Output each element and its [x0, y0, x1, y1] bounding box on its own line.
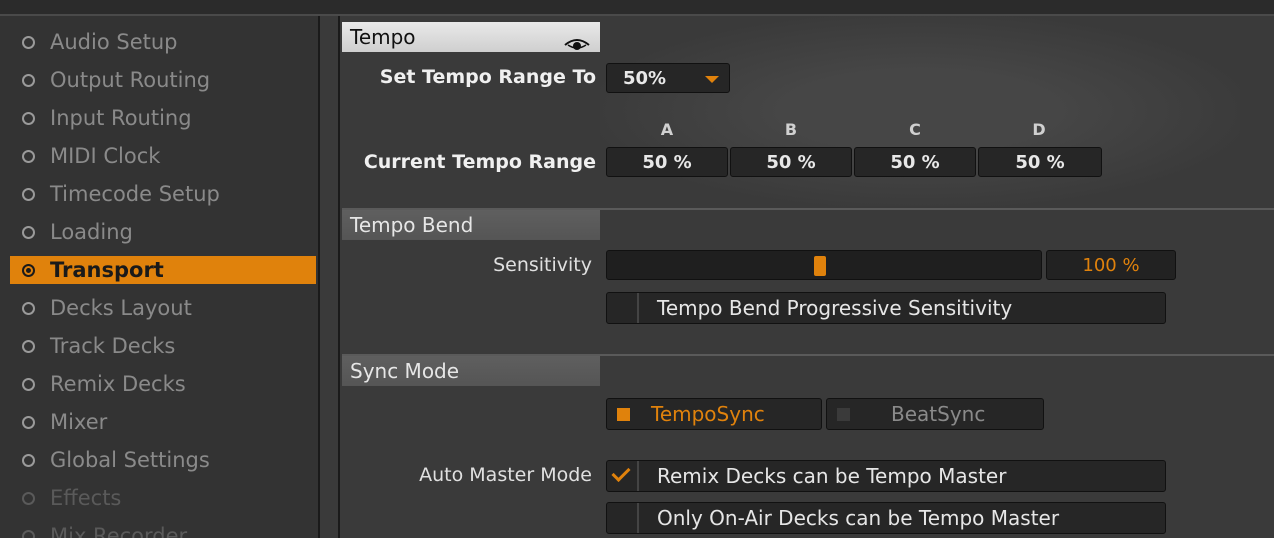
- onair-master-checkbox[interactable]: Only On-Air Decks can be Tempo Master: [606, 502, 1166, 534]
- sensitivity-label: Sensitivity: [493, 254, 592, 276]
- checkbox-label: Only On-Air Decks can be Tempo Master: [657, 506, 1060, 530]
- tempo-range-deck-b: 50 %: [730, 147, 852, 177]
- progressive-sensitivity-checkbox[interactable]: Tempo Bend Progressive Sensitivity: [606, 292, 1166, 324]
- tempo-range-deck-c: 50 %: [854, 147, 976, 177]
- tempo-range-deck-a: 50 %: [606, 147, 728, 177]
- bullet-icon: [22, 530, 35, 538]
- bullet-icon: [22, 416, 35, 429]
- chevron-down-icon: [705, 76, 719, 83]
- checkbox-label: Remix Decks can be Tempo Master: [657, 464, 1007, 488]
- set-tempo-range-label: Set Tempo Range To: [379, 66, 596, 88]
- bullet-icon: [22, 188, 35, 201]
- sidebar-item-timecode-setup[interactable]: Timecode Setup: [10, 180, 316, 208]
- beat-sync-label: BeatSync: [891, 402, 986, 426]
- sidebar-item-label: Loading: [50, 220, 133, 244]
- section-title: Tempo Bend: [350, 213, 474, 237]
- sidebar-item-decks-layout[interactable]: Decks Layout: [10, 294, 316, 322]
- tempo-range-value: 50%: [623, 68, 667, 89]
- checkbox-label: Tempo Bend Progressive Sensitivity: [657, 296, 1013, 320]
- eye-icon[interactable]: [564, 30, 590, 60]
- sidebar-item-transport[interactable]: Transport: [10, 256, 316, 284]
- beat-sync-button[interactable]: BeatSync: [826, 398, 1044, 430]
- unselected-indicator-icon: [837, 408, 850, 421]
- sidebar-item-label: Input Routing: [50, 106, 192, 130]
- tempo-section-header: Tempo: [342, 22, 600, 52]
- remix-master-checkbox[interactable]: Remix Decks can be Tempo Master: [606, 460, 1166, 492]
- sidebar-item-label: Mix Recorder: [50, 524, 188, 538]
- sensitivity-value: 100 %: [1046, 250, 1176, 280]
- current-tempo-range-label: Current Tempo Range: [363, 151, 596, 173]
- sidebar-item-label: Remix Decks: [50, 372, 186, 396]
- sidebar-item-label: Mixer: [50, 410, 108, 434]
- sidebar-item-effects[interactable]: Effects: [10, 484, 316, 512]
- sidebar-item-label: Output Routing: [50, 68, 211, 92]
- sidebar-item-track-decks[interactable]: Track Decks: [10, 332, 316, 360]
- sidebar-item-label: MIDI Clock: [50, 144, 161, 168]
- column-header-b: B: [784, 120, 798, 139]
- preferences-main-panel: Tempo Set Tempo Range To 50% A B C D Cur…: [338, 16, 1274, 538]
- slider-handle[interactable]: [814, 256, 826, 276]
- column-header-d: D: [1032, 120, 1046, 139]
- checkbox[interactable]: [607, 293, 639, 323]
- bullet-icon: [22, 150, 35, 163]
- bullet-icon: [22, 74, 35, 87]
- sidebar-item-label: Decks Layout: [50, 296, 192, 320]
- sidebar-item-output-routing[interactable]: Output Routing: [10, 66, 316, 94]
- sidebar-item-remix-decks[interactable]: Remix Decks: [10, 370, 316, 398]
- sidebar-item-label: Audio Setup: [50, 30, 178, 54]
- bullet-icon: [22, 264, 35, 277]
- tempo-sync-button[interactable]: TempoSync: [606, 398, 822, 430]
- bullet-icon: [22, 378, 35, 391]
- sidebar-item-loading[interactable]: Loading: [10, 218, 316, 246]
- preferences-sidebar: Audio Setup Output Routing Input Routing…: [0, 16, 320, 538]
- bullet-icon: [22, 302, 35, 315]
- section-title: Tempo: [350, 25, 416, 49]
- column-header-a: A: [660, 120, 674, 139]
- sidebar-item-global-settings[interactable]: Global Settings: [10, 446, 316, 474]
- tempo-bend-section-header: Tempo Bend: [342, 210, 600, 240]
- checkmark-icon: [611, 462, 631, 483]
- sidebar-item-label: Global Settings: [50, 448, 210, 472]
- sidebar-item-label: Transport: [50, 258, 164, 282]
- sidebar-item-label: Track Decks: [50, 334, 176, 358]
- sidebar-item-mix-recorder[interactable]: Mix Recorder: [10, 522, 316, 538]
- section-title: Sync Mode: [350, 359, 460, 383]
- tempo-range-deck-d: 50 %: [978, 147, 1102, 177]
- bullet-icon: [22, 36, 35, 49]
- bullet-icon: [22, 492, 35, 505]
- sidebar-item-mixer[interactable]: Mixer: [10, 408, 316, 436]
- checkbox[interactable]: [607, 503, 639, 533]
- bullet-icon: [22, 454, 35, 467]
- sidebar-item-audio-setup[interactable]: Audio Setup: [10, 28, 316, 56]
- tempo-sync-label: TempoSync: [651, 402, 765, 426]
- sync-mode-section-header: Sync Mode: [342, 356, 600, 386]
- top-bar: [0, 0, 1274, 16]
- selected-indicator-icon: [617, 408, 630, 421]
- auto-master-mode-label: Auto Master Mode: [419, 464, 592, 486]
- bullet-icon: [22, 112, 35, 125]
- checkbox[interactable]: [607, 461, 639, 491]
- sensitivity-slider[interactable]: [606, 250, 1042, 280]
- tempo-range-dropdown[interactable]: 50%: [606, 63, 730, 93]
- sidebar-item-input-routing[interactable]: Input Routing: [10, 104, 316, 132]
- bullet-icon: [22, 340, 35, 353]
- sidebar-item-label: Timecode Setup: [50, 182, 220, 206]
- bullet-icon: [22, 226, 35, 239]
- sidebar-item-midi-clock[interactable]: MIDI Clock: [10, 142, 316, 170]
- sidebar-item-label: Effects: [50, 486, 122, 510]
- column-header-c: C: [909, 120, 921, 139]
